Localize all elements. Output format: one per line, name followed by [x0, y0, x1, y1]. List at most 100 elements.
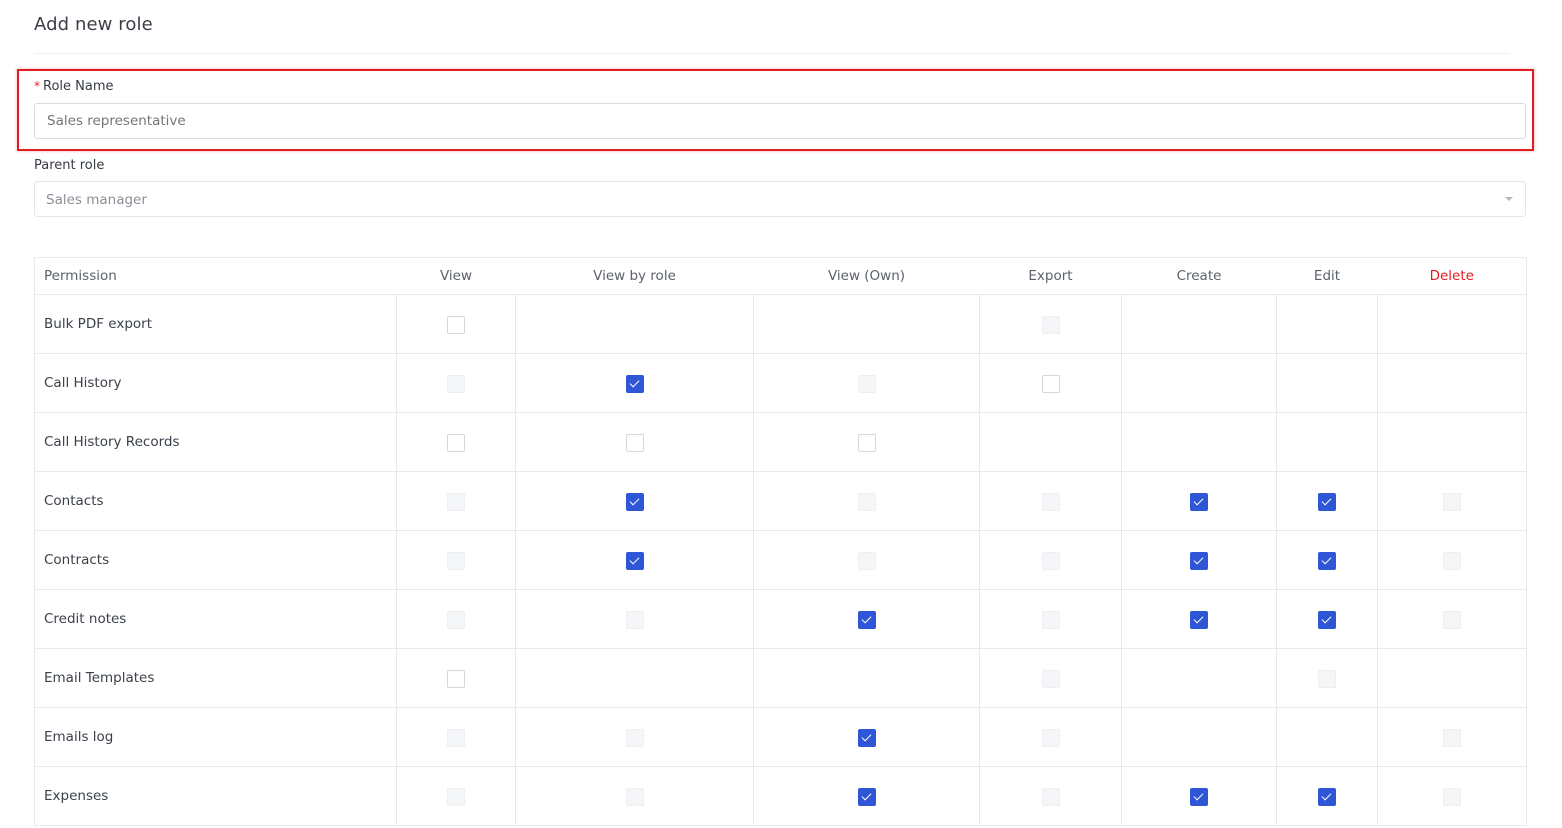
col-header-delete: Delete: [1377, 257, 1527, 295]
col-header-view: View: [396, 257, 516, 295]
cell-view-by-role: [515, 353, 754, 413]
col-header-view-own: View (Own): [753, 257, 980, 295]
export-checkbox: [1041, 492, 1060, 511]
cell-view: [396, 707, 516, 767]
permission-name: Call History: [34, 353, 397, 413]
create-checkbox[interactable]: [1190, 492, 1208, 511]
table-header-row: Permission View View by role View (Own) …: [34, 257, 1527, 295]
edit-checkbox[interactable]: [1318, 610, 1336, 629]
permission-name: Credit notes: [34, 589, 397, 649]
cell-view-by-role: [515, 294, 754, 354]
create-checkbox[interactable]: [1190, 787, 1208, 806]
cell-create: [1121, 589, 1277, 649]
cell-view: [396, 471, 516, 531]
cell-edit: [1276, 530, 1378, 590]
view-checkbox: [447, 787, 465, 806]
cell-view-own: [753, 294, 980, 354]
cell-view: [396, 589, 516, 649]
delete-checkbox: [1443, 610, 1461, 629]
cell-delete: [1377, 766, 1527, 826]
delete-checkbox: [1443, 787, 1461, 806]
cell-view-own: [753, 648, 980, 708]
title-divider: [34, 53, 1510, 54]
export-checkbox: [1041, 669, 1060, 688]
table-row: Expenses: [34, 766, 1527, 826]
view-by-role-checkbox[interactable]: [625, 433, 644, 452]
delete-checkbox: [1443, 492, 1461, 511]
view-checkbox[interactable]: [447, 433, 465, 452]
permission-name: Contacts: [34, 471, 397, 531]
view-own-checkbox[interactable]: [857, 787, 876, 806]
cell-view-own: [753, 589, 980, 649]
cell-edit: [1276, 648, 1378, 708]
col-header-view-by-role: View by role: [515, 257, 754, 295]
cell-edit: [1276, 707, 1378, 767]
view-checkbox: [447, 551, 465, 570]
cell-delete: [1377, 471, 1527, 531]
cell-edit: [1276, 589, 1378, 649]
cell-view-own: [753, 530, 980, 590]
cell-edit: [1276, 294, 1378, 354]
cell-create: [1121, 471, 1277, 531]
view-checkbox: [447, 374, 465, 393]
table-row: Contacts: [34, 471, 1527, 531]
view-by-role-checkbox[interactable]: [625, 492, 644, 511]
cell-view-by-role: [515, 530, 754, 590]
cell-view-own: [753, 707, 980, 767]
view-own-checkbox[interactable]: [857, 728, 876, 747]
cell-delete: [1377, 648, 1527, 708]
permission-name: Contracts: [34, 530, 397, 590]
cell-view: [396, 530, 516, 590]
cell-export: [979, 648, 1122, 708]
cell-edit: [1276, 471, 1378, 531]
col-header-permission: Permission: [34, 257, 397, 295]
view-own-checkbox[interactable]: [857, 433, 876, 452]
cell-create: [1121, 648, 1277, 708]
cell-view-own: [753, 766, 980, 826]
create-checkbox[interactable]: [1190, 610, 1208, 629]
role-name-input[interactable]: [34, 103, 1526, 139]
required-marker: *: [34, 79, 40, 93]
cell-view: [396, 412, 516, 472]
edit-checkbox[interactable]: [1318, 551, 1336, 570]
parent-role-select[interactable]: Sales manager: [34, 181, 1526, 217]
view-by-role-checkbox[interactable]: [625, 374, 644, 393]
view-own-checkbox[interactable]: [857, 610, 876, 629]
create-checkbox[interactable]: [1190, 551, 1208, 570]
view-checkbox[interactable]: [447, 669, 465, 688]
table-row: Bulk PDF export: [34, 294, 1527, 354]
parent-role-value: Sales manager: [46, 192, 147, 208]
view-own-checkbox: [857, 551, 876, 570]
cell-view-by-role: [515, 648, 754, 708]
col-header-create: Create: [1121, 257, 1277, 295]
permissions-table: Permission View View by role View (Own) …: [34, 257, 1527, 826]
cell-edit: [1276, 412, 1378, 472]
view-checkbox[interactable]: [447, 315, 465, 334]
export-checkbox: [1041, 728, 1060, 747]
cell-delete: [1377, 412, 1527, 472]
table-row: Call History Records: [34, 412, 1527, 472]
table-row: Credit notes: [34, 589, 1527, 649]
view-own-checkbox: [857, 492, 876, 511]
edit-checkbox[interactable]: [1318, 787, 1336, 806]
export-checkbox: [1041, 551, 1060, 570]
cell-view-by-role: [515, 471, 754, 531]
permission-name: Email Templates: [34, 648, 397, 708]
permissions-table-body: Bulk PDF export Call History Call History …: [34, 294, 1527, 826]
col-header-edit: Edit: [1276, 257, 1378, 295]
cell-export: [979, 294, 1122, 354]
cell-delete: [1377, 294, 1527, 354]
col-header-export: Export: [979, 257, 1122, 295]
export-checkbox: [1041, 610, 1060, 629]
table-row: Call History: [34, 353, 1527, 413]
export-checkbox: [1041, 315, 1060, 334]
view-by-role-checkbox: [625, 610, 644, 629]
role-name-label: * Role Name: [34, 79, 114, 94]
cell-export: [979, 707, 1122, 767]
cell-view-by-role: [515, 589, 754, 649]
export-checkbox[interactable]: [1041, 374, 1060, 393]
cell-export: [979, 412, 1122, 472]
edit-checkbox[interactable]: [1318, 492, 1336, 511]
view-by-role-checkbox[interactable]: [625, 551, 644, 570]
cell-edit: [1276, 766, 1378, 826]
